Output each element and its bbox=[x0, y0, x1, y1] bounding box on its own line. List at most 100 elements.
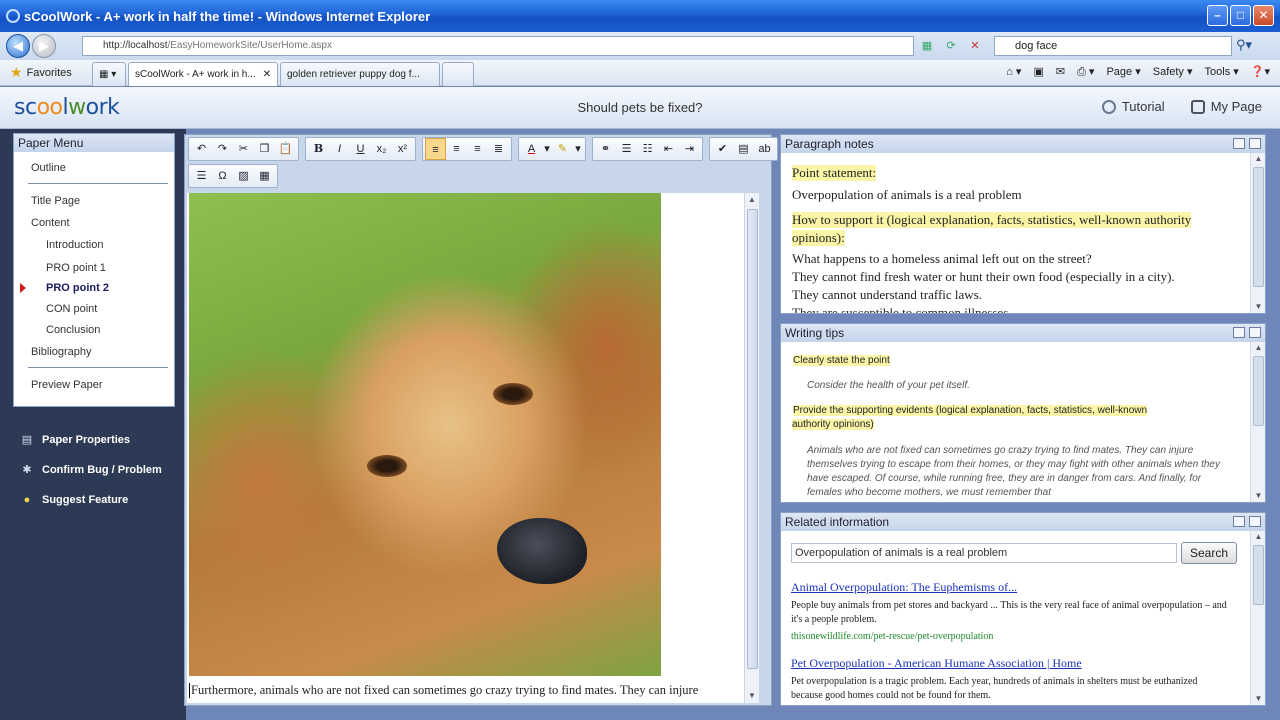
help-icon[interactable]: ❓▾ bbox=[1251, 65, 1270, 79]
paper-properties-link[interactable]: ▤ Paper Properties bbox=[20, 425, 162, 455]
scroll-down-icon[interactable]: ▼ bbox=[1251, 301, 1266, 313]
paste-text-icon[interactable]: ▤ bbox=[733, 138, 754, 160]
stop-icon[interactable]: ✕ bbox=[966, 38, 984, 54]
minimize-panel-icon[interactable] bbox=[1233, 138, 1245, 149]
maximize-panel-icon[interactable] bbox=[1249, 327, 1261, 338]
scroll-down-icon[interactable]: ▼ bbox=[745, 689, 759, 703]
refresh-icon[interactable]: ⟳ bbox=[942, 38, 960, 54]
insert-image-icon[interactable]: ▨ bbox=[233, 165, 254, 187]
minimize-panel-icon[interactable] bbox=[1233, 516, 1245, 527]
dog-photo[interactable] bbox=[189, 193, 661, 676]
underline-icon[interactable]: U bbox=[350, 138, 371, 160]
tab-golden-retriever[interactable]: golden retriever puppy dog f... bbox=[280, 62, 440, 86]
indent-icon[interactable]: ⇥ bbox=[679, 138, 700, 160]
paste-icon[interactable]: 📋 bbox=[275, 138, 296, 160]
tools-menu[interactable]: Tools ▾ bbox=[1205, 65, 1239, 79]
insert-table-icon[interactable]: ▦ bbox=[254, 165, 275, 187]
maximize-panel-icon[interactable] bbox=[1249, 138, 1261, 149]
print-icon[interactable]: ⎙ ▾ bbox=[1077, 65, 1094, 79]
page-menu[interactable]: Page ▾ bbox=[1106, 65, 1140, 79]
search-icon[interactable]: ⚲▾ bbox=[1236, 37, 1252, 53]
safety-menu[interactable]: Safety ▾ bbox=[1153, 65, 1193, 79]
cut-icon[interactable]: ✂ bbox=[233, 138, 254, 160]
editor-scrollbar[interactable]: ▲ ▼ bbox=[744, 193, 759, 703]
close-button[interactable]: ✕ bbox=[1253, 5, 1274, 26]
scroll-up-icon[interactable]: ▲ bbox=[1251, 342, 1266, 354]
font-color-icon[interactable]: A bbox=[521, 138, 542, 160]
confirm-bug-link[interactable]: ✱ Confirm Bug / Problem bbox=[20, 455, 161, 485]
superscript-icon[interactable]: x² bbox=[392, 138, 413, 160]
scroll-thumb[interactable] bbox=[1253, 356, 1264, 426]
highlight-icon[interactable]: ✎ bbox=[552, 138, 573, 160]
result-url[interactable]: thisonewildlife.com/pet-rescue/pet-overp… bbox=[791, 631, 993, 642]
align-center-icon[interactable]: ≡ bbox=[446, 138, 467, 160]
horizontal-rule-icon[interactable]: ☰ bbox=[191, 165, 212, 187]
find-replace-icon[interactable]: ab bbox=[754, 138, 775, 160]
tips-scrollbar[interactable]: ▲ ▼ bbox=[1250, 342, 1265, 502]
menu-bibliography[interactable]: Bibliography bbox=[31, 346, 92, 358]
menu-title-page[interactable]: Title Page bbox=[31, 195, 80, 207]
font-color-dropdown[interactable]: ▾ bbox=[542, 138, 552, 160]
notes-scrollbar[interactable]: ▲ ▼ bbox=[1250, 153, 1265, 313]
copy-icon[interactable]: ❐ bbox=[254, 138, 275, 160]
mail-icon[interactable]: ✉ bbox=[1056, 65, 1065, 79]
tab-close-icon[interactable]: ✕ bbox=[263, 69, 271, 80]
bold-icon[interactable]: B bbox=[308, 138, 329, 160]
highlight-dropdown[interactable]: ▾ bbox=[573, 138, 583, 160]
scroll-up-icon[interactable]: ▲ bbox=[745, 193, 759, 207]
feeds-icon[interactable]: ▣ bbox=[1033, 65, 1043, 79]
my-page-link[interactable]: My Page bbox=[1190, 99, 1262, 114]
new-tab-button[interactable] bbox=[442, 62, 474, 86]
redo-icon[interactable]: ↷ bbox=[212, 138, 233, 160]
home-icon[interactable]: ⌂ ▾ bbox=[1006, 65, 1021, 79]
editor-text[interactable]: Furthermore, animals who are not fixed c… bbox=[189, 683, 753, 698]
tutorial-link[interactable]: Tutorial bbox=[1101, 99, 1165, 114]
minimize-button[interactable]: – bbox=[1207, 5, 1228, 26]
scroll-thumb[interactable] bbox=[1253, 167, 1264, 287]
scroll-thumb[interactable] bbox=[1253, 545, 1264, 605]
undo-icon[interactable]: ↶ bbox=[191, 138, 212, 160]
menu-content[interactable]: Content bbox=[31, 217, 70, 229]
related-scrollbar[interactable]: ▲ ▼ bbox=[1250, 531, 1265, 705]
align-right-icon[interactable]: ≡ bbox=[467, 138, 488, 160]
menu-con-point[interactable]: CON point bbox=[46, 303, 97, 315]
scroll-down-icon[interactable]: ▼ bbox=[1251, 693, 1266, 705]
favorites-button[interactable]: ★ Favorites bbox=[10, 64, 72, 81]
quick-tabs-button[interactable]: ▦ ▾ bbox=[92, 62, 126, 86]
menu-pro-point-2[interactable]: PRO point 2 bbox=[46, 282, 109, 294]
minimize-panel-icon[interactable] bbox=[1233, 327, 1245, 338]
suggest-feature-link[interactable]: ● Suggest Feature bbox=[20, 485, 162, 515]
menu-introduction[interactable]: Introduction bbox=[46, 239, 103, 251]
menu-conclusion[interactable]: Conclusion bbox=[46, 324, 100, 336]
scroll-up-icon[interactable]: ▲ bbox=[1251, 531, 1266, 543]
outdent-icon[interactable]: ⇤ bbox=[658, 138, 679, 160]
menu-preview-paper[interactable]: Preview Paper bbox=[31, 379, 103, 391]
maximize-panel-icon[interactable] bbox=[1249, 516, 1261, 527]
numbered-list-icon[interactable]: ☷ bbox=[637, 138, 658, 160]
tab-scoolwork[interactable]: sCoolWork - A+ work in h... ✕ bbox=[128, 62, 278, 86]
justify-icon[interactable]: ≣ bbox=[488, 138, 509, 160]
special-char-icon[interactable]: Ω bbox=[212, 165, 233, 187]
forward-button[interactable]: ▶ bbox=[32, 34, 56, 58]
related-search-input[interactable]: Overpopulation of animals is a real prob… bbox=[791, 543, 1177, 563]
result-link[interactable]: Pet Overpopulation - American Humane Ass… bbox=[791, 656, 1082, 671]
subscript-icon[interactable]: x₂ bbox=[371, 138, 392, 160]
menu-pro-point-1[interactable]: PRO point 1 bbox=[46, 262, 106, 274]
bullet-list-icon[interactable]: ☰ bbox=[616, 138, 637, 160]
back-button[interactable]: ◀ bbox=[6, 34, 30, 58]
compat-view-icon[interactable]: ▦ bbox=[918, 38, 936, 54]
menu-outline[interactable]: Outline bbox=[31, 162, 66, 174]
result-link[interactable]: Animal Overpopulation: The Euphemisms of… bbox=[791, 580, 1017, 595]
scroll-down-icon[interactable]: ▼ bbox=[1251, 490, 1266, 502]
editor-document[interactable]: Furthermore, animals who are not fixed c… bbox=[187, 193, 759, 703]
related-search-button[interactable]: Search bbox=[1181, 542, 1237, 564]
search-input[interactable]: dog face bbox=[994, 36, 1232, 56]
url-field[interactable]: http://localhost/EasyHomeworkSite/UserHo… bbox=[82, 36, 914, 56]
scroll-up-icon[interactable]: ▲ bbox=[1251, 153, 1266, 165]
italic-icon[interactable]: I bbox=[329, 138, 350, 160]
align-left-icon[interactable]: ≡ bbox=[425, 138, 446, 160]
scroll-thumb[interactable] bbox=[747, 209, 758, 669]
maximize-button[interactable]: □ bbox=[1230, 5, 1251, 26]
link-icon[interactable]: ⚭ bbox=[595, 138, 616, 160]
spellcheck-icon[interactable]: ✔ bbox=[712, 138, 733, 160]
